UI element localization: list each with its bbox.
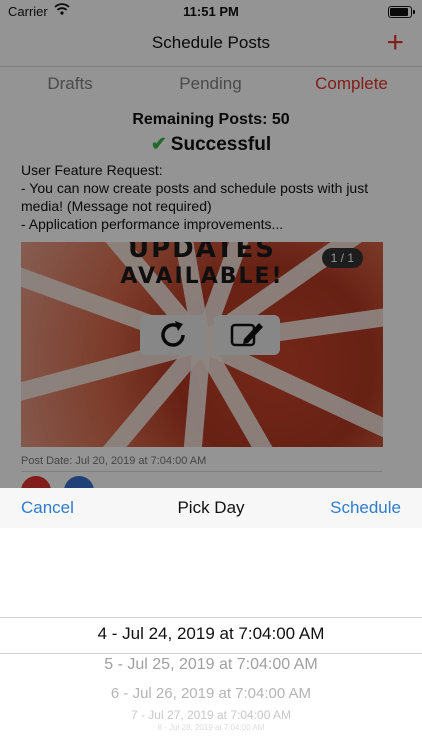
selection-line-top (0, 617, 422, 618)
picker-option-selected[interactable]: 4 - Jul 24, 2019 at 7:04:00 AM (0, 624, 422, 644)
picker-option[interactable]: 5 - Jul 25, 2019 at 7:04:00 AM (0, 656, 422, 674)
picker-toolbar: Cancel Pick Day Schedule (0, 488, 422, 529)
selection-line-bottom (0, 653, 422, 654)
picker-option[interactable]: 8 - Jul 28, 2019 at 7:04:00 AM (0, 723, 422, 732)
dim-overlay[interactable] (0, 0, 422, 488)
schedule-button[interactable]: Schedule (330, 498, 401, 518)
day-picker-wheel[interactable]: 4 - Jul 24, 2019 at 7:04:00 AM 5 - Jul 2… (0, 528, 422, 750)
day-picker-sheet: Cancel Pick Day Schedule 4 - Jul 24, 201… (0, 488, 422, 750)
picker-option[interactable]: 6 - Jul 26, 2019 at 7:04:00 AM (0, 685, 422, 702)
picker-option[interactable]: 7 - Jul 27, 2019 at 7:04:00 AM (0, 708, 422, 722)
